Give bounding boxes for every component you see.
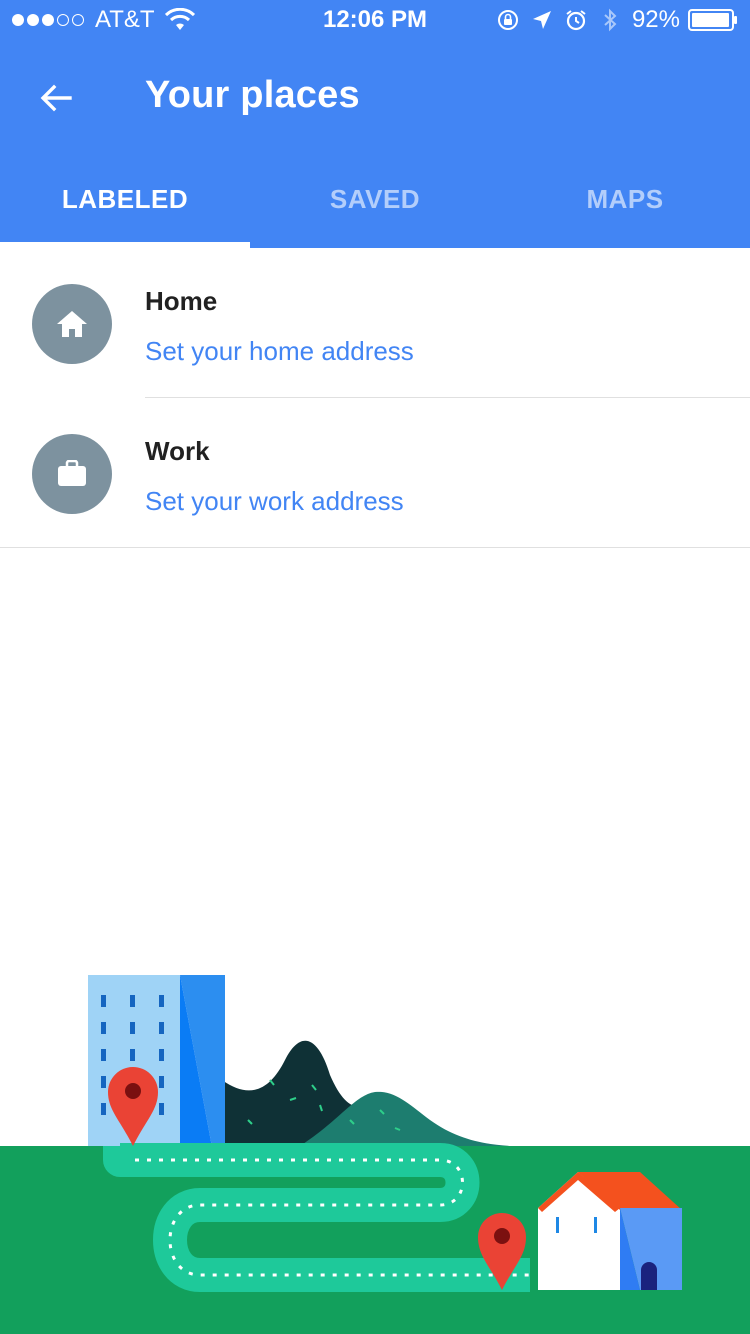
battery-percent: 92%: [631, 6, 680, 33]
tab-maps[interactable]: MAPS: [500, 158, 750, 248]
home-title: Home: [145, 286, 218, 316]
battery-icon: [688, 9, 737, 31]
set-home-address-link[interactable]: Set your home address: [145, 336, 414, 367]
home-avatar: [32, 284, 112, 364]
list-item-work[interactable]: Work Set your work address: [0, 398, 750, 548]
tab-labeled[interactable]: LABELED: [0, 158, 250, 248]
tab-saved[interactable]: SAVED: [250, 158, 500, 248]
home-icon: [57, 311, 87, 337]
arrow-left-icon: [40, 84, 72, 112]
back-button[interactable]: [28, 70, 84, 126]
rotation-lock-icon: [497, 10, 518, 30]
divider: [0, 547, 750, 548]
list-item-home[interactable]: Home Set your home address: [0, 248, 750, 398]
alarm-icon: [566, 10, 586, 31]
page-title: Your places: [145, 74, 360, 116]
commute-illustration: [0, 975, 750, 1334]
location-arrow-icon: [532, 11, 551, 29]
work-avatar: [32, 434, 112, 514]
status-right: 92%: [486, 6, 738, 34]
set-work-address-link[interactable]: Set your work address: [145, 486, 404, 517]
bluetooth-icon: [604, 8, 617, 32]
status-bar: AT&T 12:06 PM 92%: [0, 0, 750, 40]
work-title: Work: [145, 436, 210, 466]
briefcase-icon: [58, 460, 86, 486]
